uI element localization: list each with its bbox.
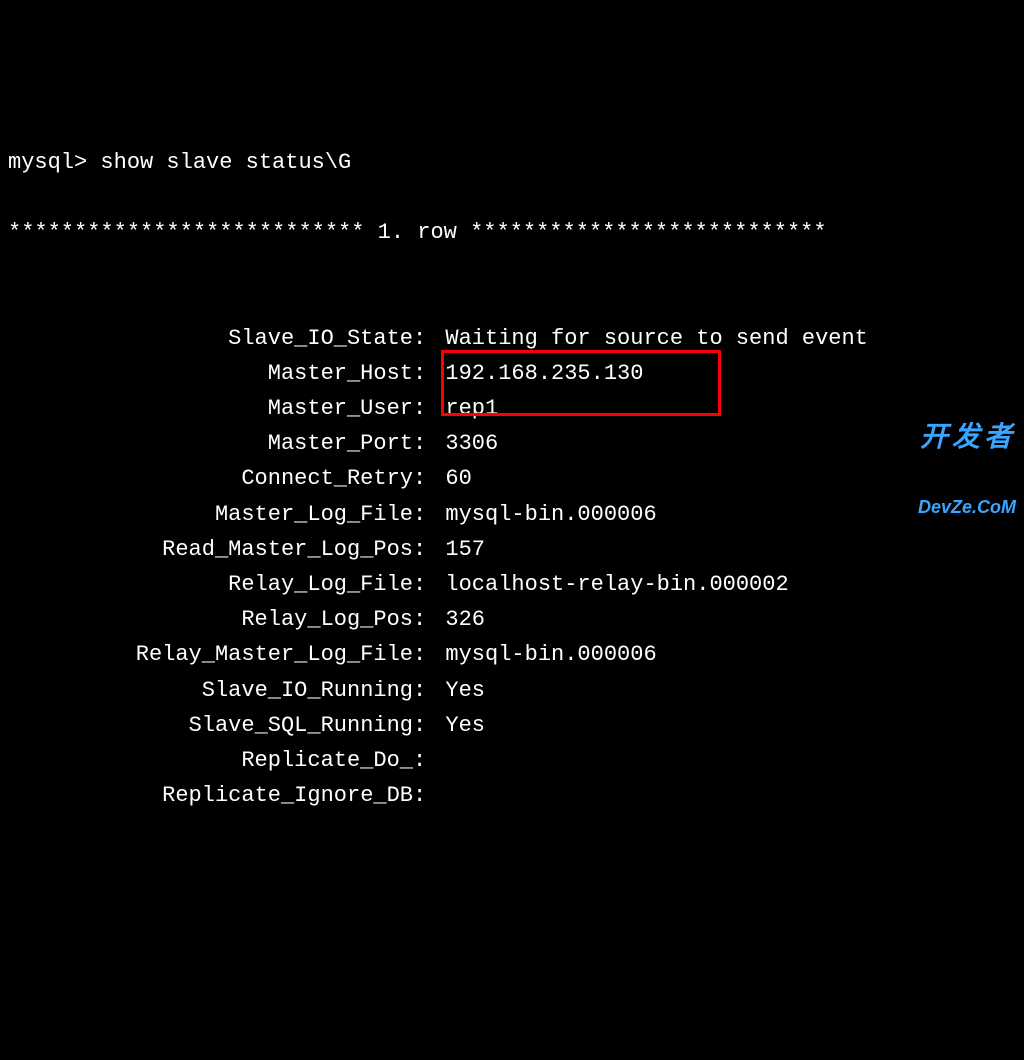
highlight-master-host: 192.168.235.130 [445,356,643,391]
field-label: Read_Master_Log_Pos [8,532,413,567]
field-label: Replicate_Ignore_DB [8,778,413,813]
field-colon: : [413,637,445,672]
field-value: mysql-bin.000006 [445,637,656,672]
field-colon: : [413,778,445,813]
field-label: Slave_SQL_Running [8,708,413,743]
field-row-slave_sql_running: Slave_SQL_Running: Yes [8,708,1016,743]
field-row-master_host: Master_Host: 192.168.235.130 [8,356,1016,391]
field-row-replicate_ignore_db: Replicate_Ignore_DB: [8,778,1016,813]
field-value: localhost-relay-bin.000002 [445,567,788,602]
field-label: Master_Host [8,356,413,391]
field-colon: : [413,497,445,532]
field-colon: : [413,708,445,743]
field-row-relay_log_file: Relay_Log_File: localhost-relay-bin.0000… [8,567,1016,602]
field-value: Yes [445,708,485,743]
field-colon: : [413,391,445,426]
field-value: mysql-bin.000006 [445,497,656,532]
row-stars-left: *************************** [8,220,378,245]
field-row-master_log_file: Master_Log_File: mysql-bin.000006 [8,497,1016,532]
field-value: Yes [445,673,485,708]
field-colon: : [413,673,445,708]
row-number: 1. row [378,220,457,245]
row-separator: *************************** 1. row *****… [8,215,1016,250]
field-row-slave_io_running: Slave_IO_Running: Yes [8,673,1016,708]
field-row-master_port: Master_Port: 3306 [8,426,1016,461]
field-label: Replicate_Do_ [8,743,413,778]
field-colon: : [413,532,445,567]
field-row-relay_master_log_file: Relay_Master_Log_File: mysql-bin.000006 [8,637,1016,672]
field-label: Connect_Retry [8,461,413,496]
field-row-relay_log_pos: Relay_Log_Pos: 326 [8,602,1016,637]
field-value: 60 [445,461,471,496]
field-colon: : [413,321,445,356]
field-colon: : [413,461,445,496]
terminal-command-line[interactable]: mysql> show slave status\G [8,145,1016,180]
field-label: Master_Port [8,426,413,461]
field-label: Master_User [8,391,413,426]
field-row-replicate_do_: Replicate_Do_: [8,743,1016,778]
field-colon: : [413,426,445,461]
slave-status-fields: Slave_IO_State: Waiting for source to se… [8,321,1016,814]
mysql-prompt: mysql> [8,150,100,175]
field-label: Slave_IO_State [8,321,413,356]
field-label: Relay_Log_File [8,567,413,602]
field-colon: : [413,356,445,391]
field-value: Waiting for source to send event [445,321,867,356]
mysql-command: show slave status\G [100,150,351,175]
field-value: 192.168.235.130 [445,356,643,391]
field-row-connect_retry: Connect_Retry: 60 [8,461,1016,496]
field-value: 3306 [445,426,498,461]
field-colon: : [413,743,445,778]
field-colon: : [413,602,445,637]
field-label: Slave_IO_Running [8,673,413,708]
field-label: Relay_Log_Pos [8,602,413,637]
field-label: Master_Log_File [8,497,413,532]
field-row-read_master_log_pos: Read_Master_Log_Pos: 157 [8,532,1016,567]
field-value: 326 [445,602,485,637]
field-value: rep1 [445,391,498,426]
row-stars-right: *************************** [457,220,827,245]
field-row-slave_io_state: Slave_IO_State: Waiting for source to se… [8,321,1016,356]
field-colon: : [413,567,445,602]
field-label: Relay_Master_Log_File [8,637,413,672]
field-row-master_user: Master_User: rep1 [8,391,1016,426]
field-value: 157 [445,532,485,567]
